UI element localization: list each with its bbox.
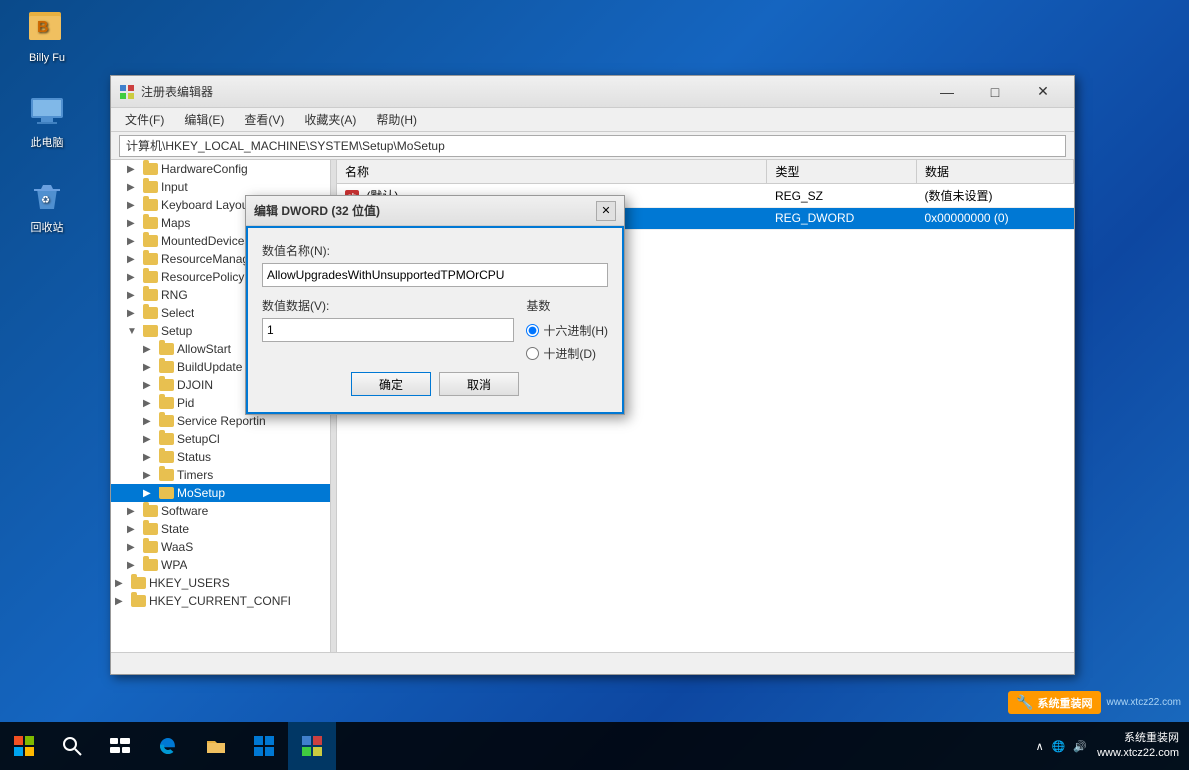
- taskbar: ∧ 🌐 🔊 系统重装网 www.xtcz22.com: [0, 722, 1189, 770]
- explorer-button[interactable]: [192, 722, 240, 770]
- store-button[interactable]: [240, 722, 288, 770]
- search-button[interactable]: [48, 722, 96, 770]
- edge-button[interactable]: [144, 722, 192, 770]
- dialog-buttons: 确定 取消: [262, 362, 608, 402]
- dialog-overlay: 编辑 DWORD (32 位值) ✕ 数值名称(N): 数值数据(V): 基数 …: [0, 0, 1189, 770]
- watermark-logo: 🔧 系统重装网: [1008, 691, 1100, 714]
- watermark-url: www.xtcz22.com: [1107, 697, 1181, 708]
- hex-label: 十六进制(H): [543, 322, 608, 339]
- dialog-body: 数值名称(N): 数值数据(V): 基数 十六进制(H) 十进制(D): [246, 226, 624, 414]
- data-label: 数值数据(V):: [262, 297, 514, 314]
- hex-radio-option[interactable]: 十六进制(H): [526, 322, 608, 339]
- site-watermark: 🔧 系统重装网 www.xtcz22.com: [1008, 691, 1181, 714]
- dialog-title: 编辑 DWORD (32 位值): [254, 202, 596, 219]
- regedit-taskbar-button[interactable]: [288, 722, 336, 770]
- base-label: 基数: [526, 297, 608, 314]
- data-input[interactable]: [262, 318, 514, 342]
- taskbar-right: ∧ 🌐 🔊 系统重装网 www.xtcz22.com: [1036, 722, 1189, 770]
- taskview-button[interactable]: [96, 722, 144, 770]
- network-icon[interactable]: 🌐: [1052, 740, 1066, 753]
- value-section: 数值数据(V):: [262, 297, 514, 342]
- volume-icon[interactable]: 🔊: [1073, 740, 1087, 753]
- name-input[interactable]: [262, 263, 608, 287]
- dec-label: 十进制(D): [543, 345, 596, 362]
- dialog-close-button[interactable]: ✕: [596, 201, 616, 221]
- edit-dword-dialog: 编辑 DWORD (32 位值) ✕ 数值名称(N): 数值数据(V): 基数 …: [245, 195, 625, 415]
- base-section: 基数 十六进制(H) 十进制(D): [526, 297, 608, 362]
- dec-radio[interactable]: [526, 347, 539, 360]
- name-label: 数值名称(N):: [262, 242, 608, 259]
- data-row: 数值数据(V): 基数 十六进制(H) 十进制(D): [262, 297, 608, 362]
- ok-button[interactable]: 确定: [351, 372, 431, 396]
- tray-chevron[interactable]: ∧: [1036, 740, 1044, 753]
- start-button[interactable]: [0, 722, 48, 770]
- date-display: www.xtcz22.com: [1097, 746, 1179, 761]
- time-display: 系统重装网: [1097, 731, 1179, 746]
- dec-radio-option[interactable]: 十进制(D): [526, 345, 608, 362]
- clock[interactable]: 系统重装网 www.xtcz22.com: [1097, 731, 1179, 762]
- system-tray: ∧ 🌐 🔊: [1036, 740, 1087, 753]
- cancel-button[interactable]: 取消: [439, 372, 519, 396]
- dialog-titlebar: 编辑 DWORD (32 位值) ✕: [246, 196, 624, 226]
- hex-radio[interactable]: [526, 324, 539, 337]
